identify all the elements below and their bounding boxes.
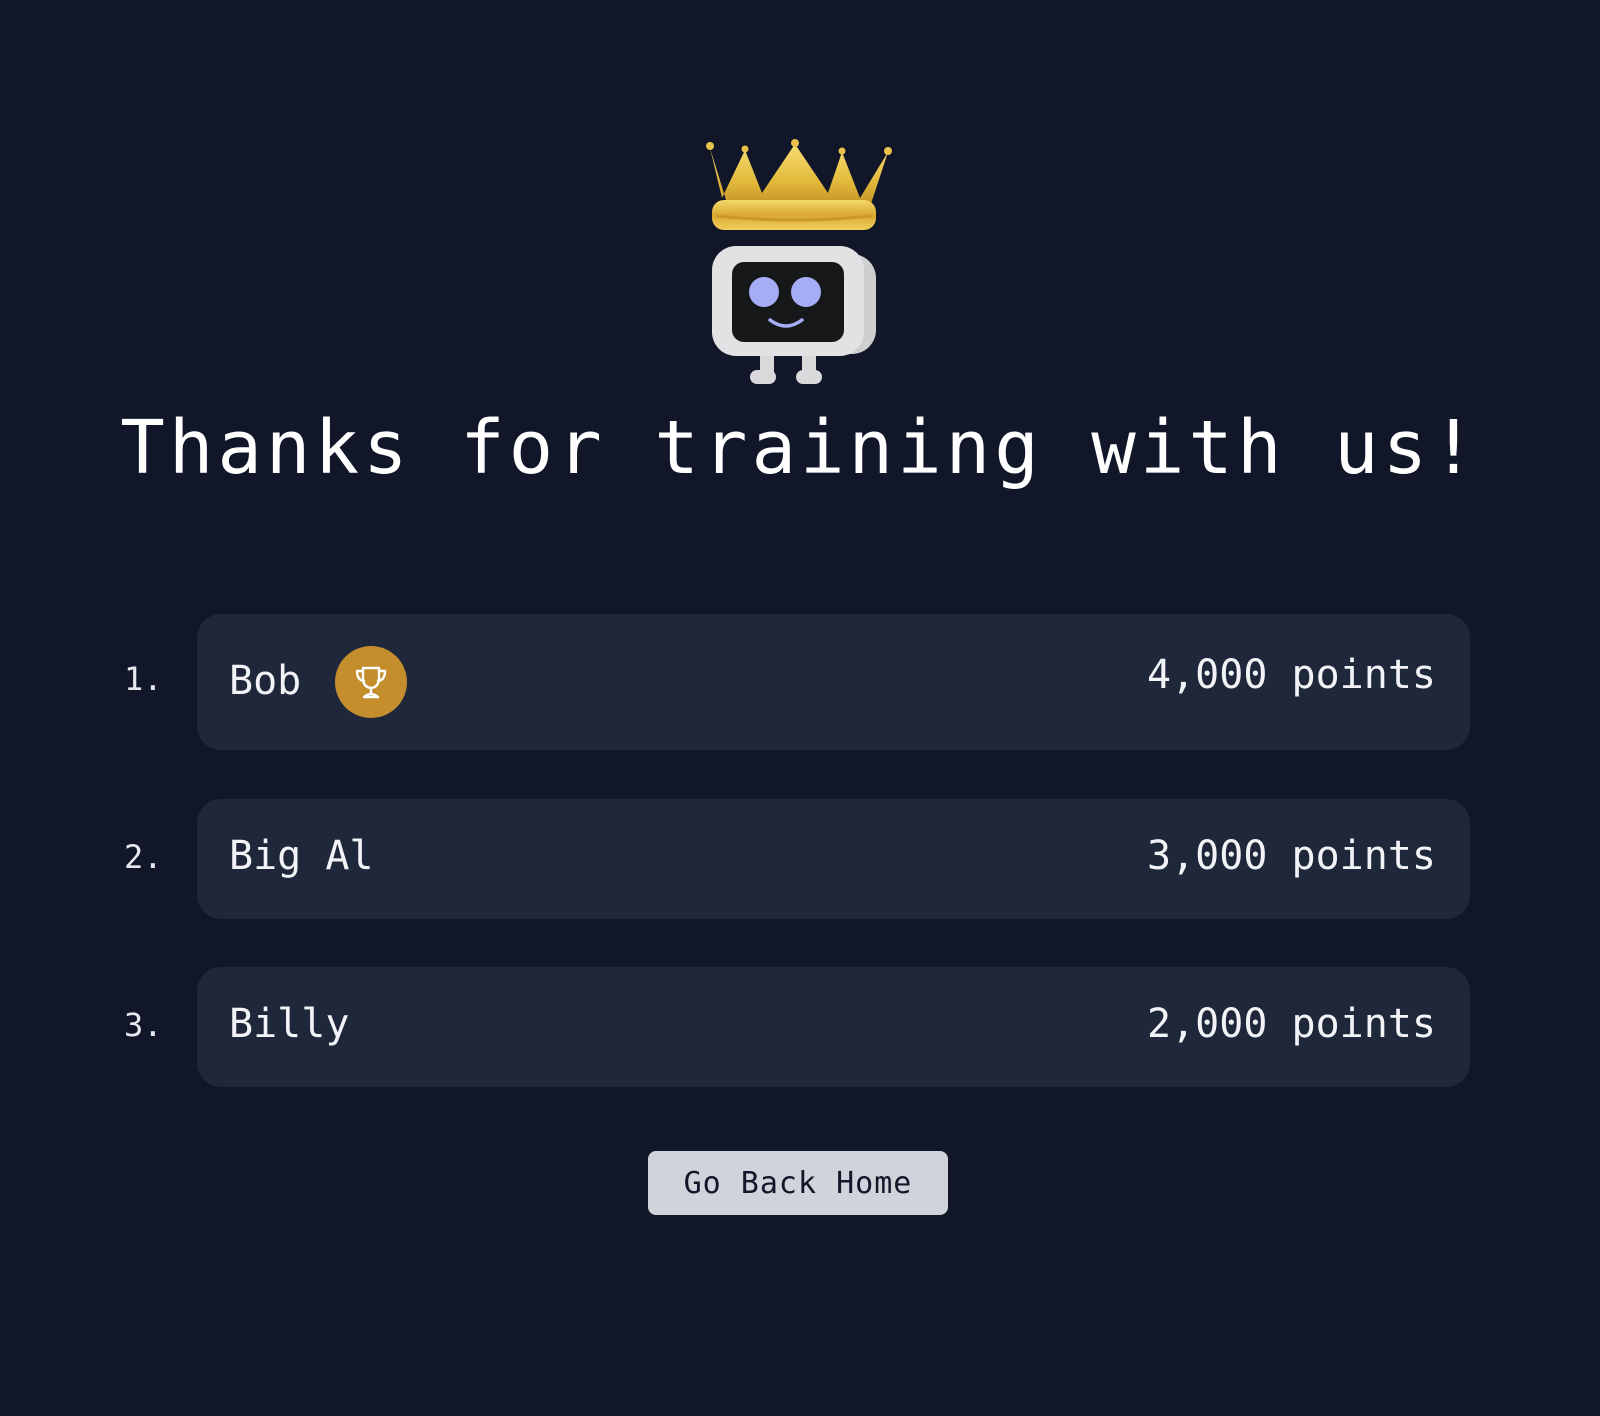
robot-eye-left <box>749 277 779 307</box>
robot-body <box>712 246 876 384</box>
leaderboard-row: Billy 2,000 points <box>197 967 1470 1087</box>
player-points: 3,000 points <box>1147 833 1436 879</box>
player-name: Big Al <box>229 833 374 879</box>
leaderboard-row: Bob 4,000 points <box>197 614 1470 750</box>
leaderboard-row: Big Al 3,000 points <box>197 799 1470 919</box>
rank-number: 2. <box>124 838 163 876</box>
player-points: 4,000 points <box>1147 652 1436 698</box>
player-points: 2,000 points <box>1147 1001 1436 1047</box>
rank-number: 1. <box>124 660 163 698</box>
crown-icon <box>706 139 892 230</box>
robot-eye-right <box>791 277 821 307</box>
player-name: Bob <box>229 658 302 704</box>
rank-number: 3. <box>124 1006 163 1044</box>
trophy-icon <box>335 646 407 718</box>
crowned-robot-mascot <box>706 139 892 384</box>
go-back-home-button[interactable]: Go Back Home <box>648 1151 948 1215</box>
player-name: Billy <box>229 1001 350 1047</box>
page-title: Thanks for training with us! <box>120 405 1480 491</box>
